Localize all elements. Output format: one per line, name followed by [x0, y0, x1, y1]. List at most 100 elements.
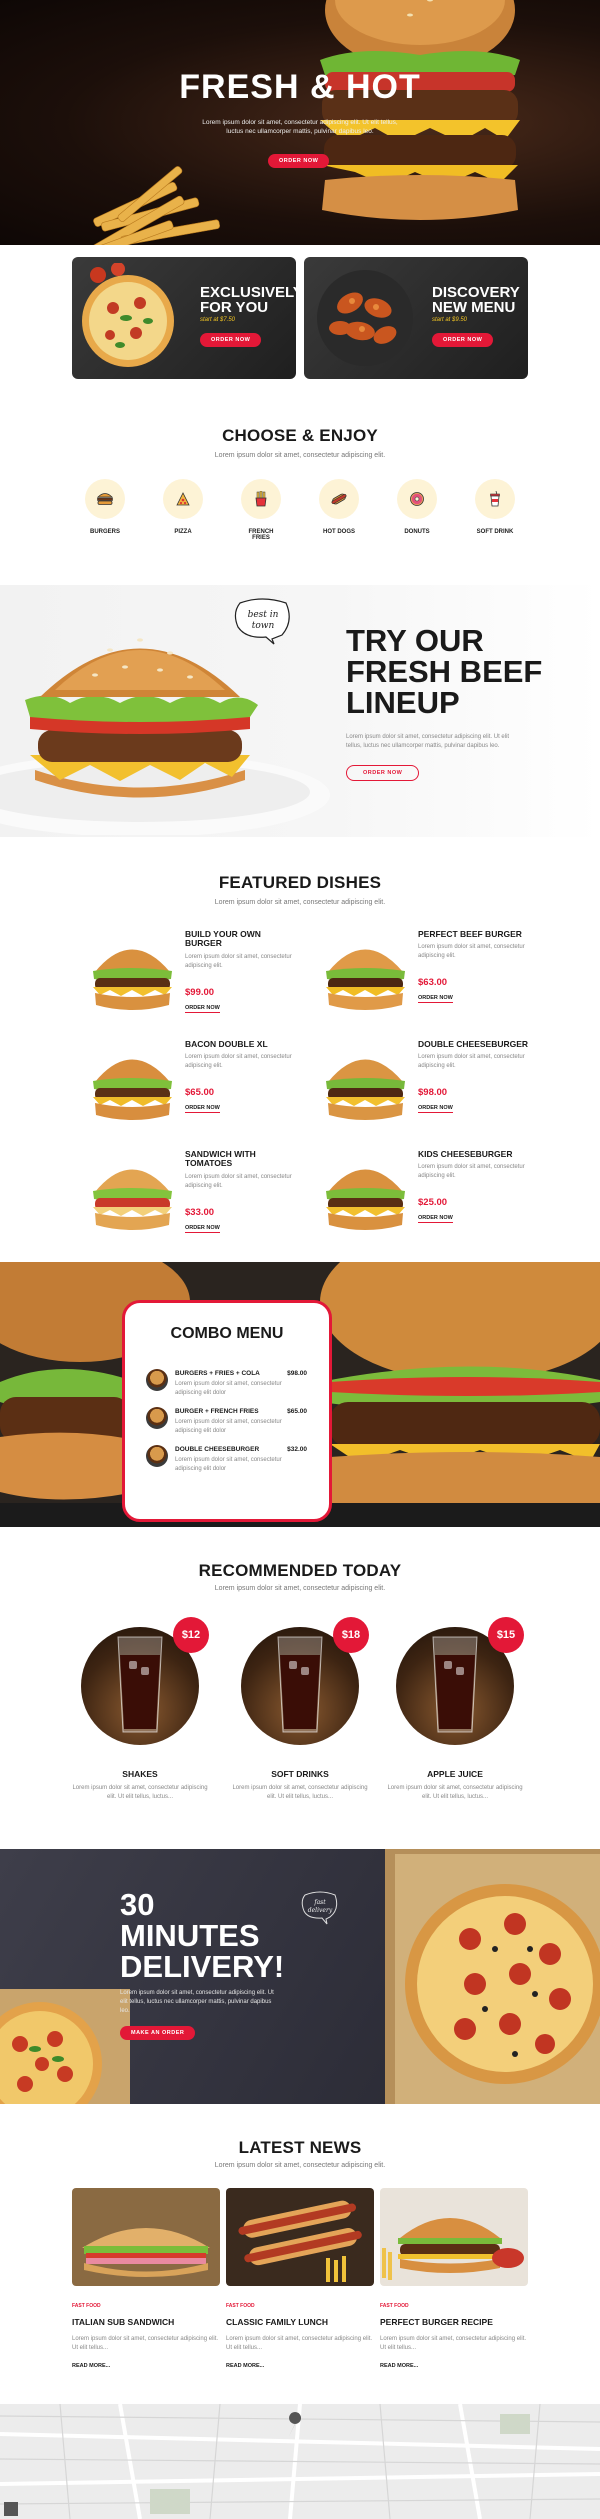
dish-desc: Lorem ipsum dolor sit amet, consectetur … [185, 954, 292, 969]
promo-order-button[interactable]: ORDER NOW [432, 333, 494, 347]
hero-title: FRESH & HOT [179, 68, 421, 106]
dish-order-link[interactable]: ORDER NOW [185, 1225, 220, 1233]
category-label: HOT DOGS [322, 529, 355, 535]
combo-item-price: $65.00 [287, 1408, 307, 1415]
news-post-title[interactable]: PERFECT BURGER RECIPE [380, 2317, 528, 2327]
fast-delivery-badge: fast delivery [301, 1891, 338, 1925]
combo-item[interactable]: BURGERS + FRIES + COLA $98.00 Lorem ipsu… [143, 1367, 311, 1405]
map-embed[interactable] [0, 2404, 600, 2519]
make-order-button[interactable]: MAKE AN ORDER [120, 2026, 196, 2040]
combo-item-price: $98.00 [287, 1370, 307, 1377]
dish-order-link[interactable]: ORDER NOW [418, 1215, 453, 1223]
dish-desc: Lorem ipsum dolor sit amet, consectetur … [185, 1054, 292, 1069]
drink-price-badge: $18 [333, 1617, 369, 1653]
combo-item-price: $32.00 [287, 1446, 307, 1453]
drink-card[interactable]: $18 SOFT DRINKS Lorem ipsum dolor sit amet… [230, 1617, 370, 1802]
dish-name: BACON DOUBLE XL [185, 1039, 268, 1049]
combo-thumbnail [146, 1407, 168, 1429]
promo-title: EXCLUSIVELY FOR YOU [200, 284, 296, 316]
combo-item-desc: Lorem ipsum dolor sit amet, consectetur … [175, 1419, 282, 1434]
dish-image [93, 1169, 172, 1230]
dish-order-link[interactable]: ORDER NOW [418, 1105, 453, 1113]
news-tag: FAST FOOD [380, 2303, 409, 2309]
burger-icon [97, 493, 113, 505]
category-soft-drink[interactable]: SOFT DRINK [473, 479, 517, 541]
news-image-burger [380, 2188, 528, 2286]
category-french-fries[interactable]: FRENCH FRIES [239, 479, 283, 541]
drink-image: $15 [396, 1617, 524, 1745]
news-tag: FAST FOOD [72, 2303, 101, 2309]
hero-section: FRESH & HOT Lorem ipsum dolor sit amet, … [0, 0, 600, 245]
category-burgers[interactable]: BURGERS [83, 479, 127, 541]
featured-title: FEATURED DISHES [218, 873, 382, 892]
dish-name: PERFECT BEEF BURGER [418, 929, 522, 939]
hotdog-icon [331, 493, 347, 505]
dish-price: $99.00 [185, 987, 215, 998]
combo-item[interactable]: BURGER + FRENCH FRIES $65.00 Lorem ipsum… [143, 1405, 311, 1443]
combo-title: COMBO MENU [170, 1325, 284, 1342]
dish-name: SANDWICH WITH TOMATOES [185, 1149, 256, 1168]
combo-item-name: BURGER + FRENCH FRIES [175, 1408, 259, 1415]
news-image-hotdogs [226, 2188, 374, 2286]
news-post-title[interactable]: CLASSIC FAMILY LUNCH [226, 2317, 374, 2327]
dish-card[interactable]: KIDS CHEESEBURGER Lorem ipsum dolor sit a… [318, 1147, 538, 1247]
beef-description: Lorem ipsum dolor sit amet, consectetur … [346, 734, 510, 749]
news-post[interactable]: FAST FOOD CLASSIC FAMILY LUNCH Lorem ips… [226, 2188, 374, 2369]
dish-card[interactable]: SANDWICH WITH TOMATOES Lorem ipsum dolor s… [85, 1147, 305, 1247]
promo-card-discovery[interactable]: DISCOVERY NEW MENU start at $9.50 ORDER N… [304, 257, 528, 379]
dish-card[interactable]: DOUBLE CHEESEBURGER Lorem ipsum dolor sit… [318, 1037, 538, 1137]
news-post-desc: Lorem ipsum dolor sit amet, consectetur … [226, 2336, 373, 2351]
dish-card[interactable]: PERFECT BEEF BURGER Lorem ipsum dolor sit… [318, 927, 538, 1027]
dish-order-link[interactable]: ORDER NOW [185, 1005, 220, 1013]
dish-price: $25.00 [418, 1197, 448, 1208]
fries-image [86, 166, 220, 245]
news-title: LATEST NEWS [238, 2138, 362, 2157]
promo-card-exclusive[interactable]: EXCLUSIVELY FOR YOU start at $7.50 ORDER … [72, 257, 296, 379]
news-image-sandwich [72, 2188, 220, 2286]
choose-section: CHOOSE & ENJOY Lorem ipsum dolor sit ame… [0, 380, 600, 585]
combo-item-name: BURGERS + FRIES + COLA [175, 1370, 260, 1377]
map-canvas[interactable] [0, 2404, 600, 2519]
read-more-link[interactable]: READ MORE... [380, 2363, 528, 2369]
dish-price: $98.00 [418, 1087, 448, 1098]
choose-title: CHOOSE & ENJOY [222, 426, 378, 445]
category-label: DONUTS [404, 529, 430, 535]
dish-card[interactable]: BUILD YOUR OWN BURGER Lorem ipsum dolor si… [85, 927, 305, 1027]
category-hot-dogs[interactable]: HOT DOGS [317, 479, 361, 541]
promo-title: DISCOVERY NEW MENU [432, 284, 520, 316]
chicken-wings-image [317, 270, 413, 366]
news-subtitle: Lorem ipsum dolor sit amet, consectetur … [214, 2162, 386, 2169]
dish-card[interactable]: BACON DOUBLE XL Lorem ipsum dolor sit ame… [85, 1037, 305, 1137]
dish-desc: Lorem ipsum dolor sit amet, consectetur … [185, 1174, 292, 1189]
drink-name: APPLE JUICE [427, 1769, 483, 1779]
promo-price: start at $9.50 [432, 317, 468, 323]
news-post[interactable]: FAST FOOD PERFECT BURGER RECIPE Lorem ip… [380, 2188, 528, 2369]
news-post-desc: Lorem ipsum dolor sit amet, consectetur … [380, 2336, 527, 2351]
combo-menu-card: COMBO MENU BURGERS + FRIES + COLA $98.00… [122, 1300, 332, 1522]
read-more-link[interactable]: READ MORE... [72, 2363, 220, 2369]
dish-price: $33.00 [185, 1207, 215, 1218]
dish-desc: Lorem ipsum dolor sit amet, consectetur … [418, 944, 525, 959]
beef-section: best in town TRY OUR FRESH BEEF LINEUP Lor… [0, 585, 600, 837]
drink-card[interactable]: $12 SHAKES Lorem ipsum dolor sit amet, con… [70, 1617, 210, 1802]
combo-item[interactable]: DOUBLE CHEESEBURGER $32.00 Lorem ipsum d… [143, 1443, 311, 1481]
combo-thumbnail [146, 1445, 168, 1467]
delivery-description: Lorem ipsum dolor sit amet, consectetur … [120, 1990, 274, 2014]
promo-order-button[interactable]: ORDER NOW [200, 333, 262, 347]
news-tag: FAST FOOD [226, 2303, 255, 2309]
news-post[interactable]: FAST FOOD ITALIAN SUB SANDWICH Lorem ips… [72, 2188, 220, 2369]
category-donuts[interactable]: DONUTS [395, 479, 439, 541]
news-post-title[interactable]: ITALIAN SUB SANDWICH [72, 2317, 220, 2327]
dish-order-link[interactable]: ORDER NOW [185, 1105, 220, 1113]
drink-card[interactable]: $15 APPLE JUICE Lorem ipsum dolor sit amet… [385, 1617, 525, 1802]
dish-order-link[interactable]: ORDER NOW [418, 995, 453, 1003]
dish-name: BUILD YOUR OWN BURGER [185, 929, 261, 948]
drink-image: $12 [81, 1617, 209, 1745]
read-more-link[interactable]: READ MORE... [226, 2363, 374, 2369]
hero-order-button[interactable]: ORDER NOW [268, 154, 330, 168]
drink-desc: Lorem ipsum dolor sit amet, consectetur … [72, 1785, 208, 1800]
delivery-title: 30 MINUTES DELIVERY! [120, 1887, 285, 1984]
beef-order-button[interactable]: ORDER NOW [346, 765, 420, 781]
drink-name: SHAKES [122, 1769, 158, 1779]
category-pizza[interactable]: PIZZA [161, 479, 205, 541]
